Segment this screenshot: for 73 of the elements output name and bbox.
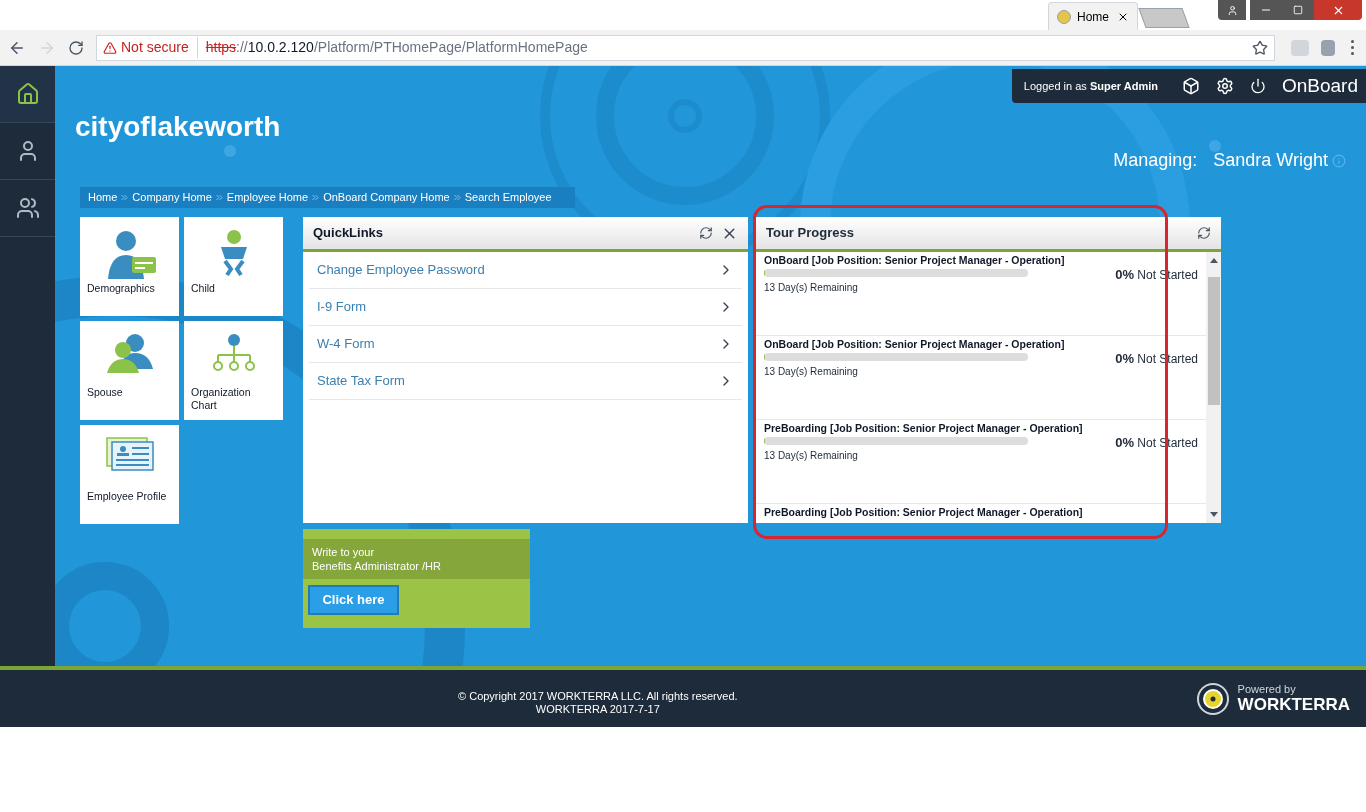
tour-title: PreBoarding [Job Position: Senior Project Manager - Operation]	[764, 422, 1083, 434]
tour-title: PreBoarding [Job Position: Senior Project Manager - Operation]	[764, 506, 1083, 518]
id-card-icon	[105, 437, 154, 471]
warning-icon	[103, 40, 117, 55]
browser-tab[interactable]: Home	[1048, 2, 1138, 30]
profile-button[interactable]	[1218, 0, 1246, 20]
minimize-button[interactable]	[1250, 0, 1282, 20]
refresh-icon[interactable]	[699, 226, 713, 240]
days-remaining: 13 Day(s) Remaining	[764, 365, 859, 379]
days-remaining: 13 Day(s) Remaining	[764, 281, 859, 295]
version-text: WORKTERRA 2017-7-17	[535, 702, 660, 716]
tour-title: OnBoard [Job Position: Senior Project Manager - Operation]	[764, 338, 1065, 350]
security-label: Not secure	[121, 37, 198, 58]
power-icon[interactable]	[1249, 78, 1266, 94]
sidebar-item[interactable]	[0, 66, 55, 123]
click-here-button[interactable]: Click here	[308, 585, 399, 615]
new-tab-button[interactable]	[1138, 8, 1190, 28]
maximize-icon	[1293, 5, 1303, 15]
double-chevron-icon	[121, 194, 129, 201]
url-text: https://10.0.2.120/Platform/PTHomePage/PlatformHomePage	[205, 38, 588, 57]
copyright-text: © Copyright 2017 WORKTERRA LLC. All rights reserved.	[458, 689, 738, 703]
couple-icon	[104, 333, 155, 375]
tour-title: OnBoard [Job Position: Senior Project Manager - Operation]	[764, 254, 1065, 266]
refresh-icon[interactable]	[1197, 226, 1211, 240]
home-icon	[15, 82, 40, 106]
quick-link[interactable]: I-9 Form	[309, 289, 742, 326]
breadcrumb-link[interactable]: Employee Home	[226, 189, 309, 206]
panel-title: QuickLinks	[313, 224, 385, 243]
tile[interactable]: Organization Chart	[184, 321, 283, 420]
app-name: OnBoard	[1281, 73, 1358, 98]
double-chevron-icon	[215, 194, 223, 201]
scrollbar[interactable]	[1206, 252, 1221, 523]
tile[interactable]: Spouse	[80, 321, 179, 420]
cube-icon[interactable]	[1181, 77, 1200, 95]
site-icon	[1057, 9, 1071, 24]
tile[interactable]: Demographics	[80, 217, 179, 316]
panel-title: Tour Progress	[766, 224, 855, 243]
managing-label: Managing:	[1113, 149, 1198, 172]
powered-by-text: Powered by	[1237, 682, 1297, 695]
days-remaining: 13 Day(s) Remaining	[764, 449, 859, 463]
tile-label: Child	[191, 282, 215, 295]
breadcrumb-link[interactable]: Home	[88, 189, 118, 206]
tile[interactable]: Child	[184, 217, 283, 316]
tab-title: Home	[1077, 8, 1110, 26]
people-icon	[15, 196, 40, 220]
benefits-text: Write to your	[312, 545, 376, 559]
company-name: cityoflakeworth	[74, 110, 281, 144]
quick-link[interactable]: W-4 Form	[309, 326, 742, 363]
org-chart-icon	[210, 333, 257, 373]
address-field[interactable]: Not secure https://10.0.2.120/Platform/PTHomePage/PlatformHomePage	[96, 34, 1275, 61]
tile-label: Spouse	[87, 386, 123, 399]
breadcrumb-link[interactable]: Search Employee	[464, 189, 552, 206]
quick-link[interactable]: State Tax Form	[309, 363, 742, 400]
tile-label: Organization Chart	[191, 386, 252, 412]
close-window-button[interactable]	[1314, 0, 1362, 20]
double-chevron-icon	[453, 194, 461, 201]
brand-name: WORKTERRA	[1237, 694, 1350, 715]
breadcrumb-link[interactable]: Company Home	[132, 189, 212, 206]
tile[interactable]: Employee Profile	[80, 425, 179, 524]
logo-icon	[1195, 681, 1230, 716]
person-icon	[1226, 4, 1238, 16]
login-status: Logged in as Super Admin	[1023, 78, 1158, 94]
quick-link[interactable]: Change Employee Password	[309, 252, 742, 289]
tile-label: Employee Profile	[87, 490, 167, 503]
breadcrumb-link[interactable]: OnBoard Company Home	[323, 189, 450, 206]
reload-icon[interactable]	[68, 39, 84, 56]
bookmark-star-icon[interactable]	[1252, 39, 1268, 56]
managed-employee: Sandra Wright	[1213, 149, 1328, 172]
settings-icon[interactable]	[1215, 77, 1234, 95]
tile-label: Demographics	[87, 282, 155, 295]
double-chevron-icon	[312, 194, 320, 201]
maximize-button[interactable]	[1282, 0, 1314, 20]
benefits-text: Benefits Administrator /HR	[312, 559, 442, 573]
